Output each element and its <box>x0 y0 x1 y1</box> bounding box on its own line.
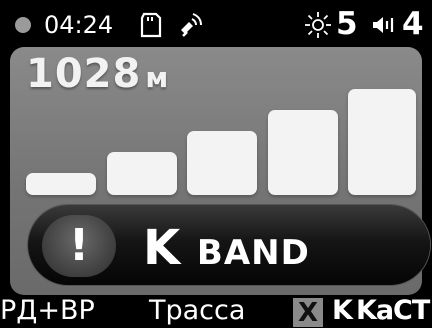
volume-level: 4 <box>402 6 424 42</box>
band-disabled-x: X <box>293 298 323 328</box>
speaker-icon <box>373 17 394 33</box>
band-ct-indicator: CT <box>393 295 430 326</box>
distance-readout: 1028 м <box>26 51 169 101</box>
band-k-indicator: K <box>332 295 353 326</box>
distance-value: 1028 <box>26 51 142 97</box>
brightness-level: 5 <box>336 6 358 42</box>
status-dot-icon <box>15 17 31 33</box>
clock-time: 04:24 <box>44 11 114 39</box>
signal-bar-4 <box>268 110 338 195</box>
gps-signal-icon <box>181 13 202 37</box>
status-bar: 04:24 5 4 <box>0 0 432 44</box>
mode-route: Трасса <box>149 295 246 326</box>
sd-card-icon <box>140 12 162 38</box>
signal-bar-5 <box>348 89 416 195</box>
signal-bar-1 <box>26 173 96 195</box>
signal-bar-2 <box>107 152 177 195</box>
warning-exclamation-icon: ! <box>42 215 116 277</box>
distance-unit: м <box>145 61 170 94</box>
band-word: BAND <box>196 233 310 273</box>
brightness-sun-icon <box>305 12 331 38</box>
band-label: K BAND <box>143 222 310 279</box>
band-letter: K <box>143 220 181 276</box>
signal-bar-3 <box>187 131 257 195</box>
mode-profile: РД+ВР <box>0 295 95 326</box>
band-ka-indicator: Ka <box>356 295 394 326</box>
